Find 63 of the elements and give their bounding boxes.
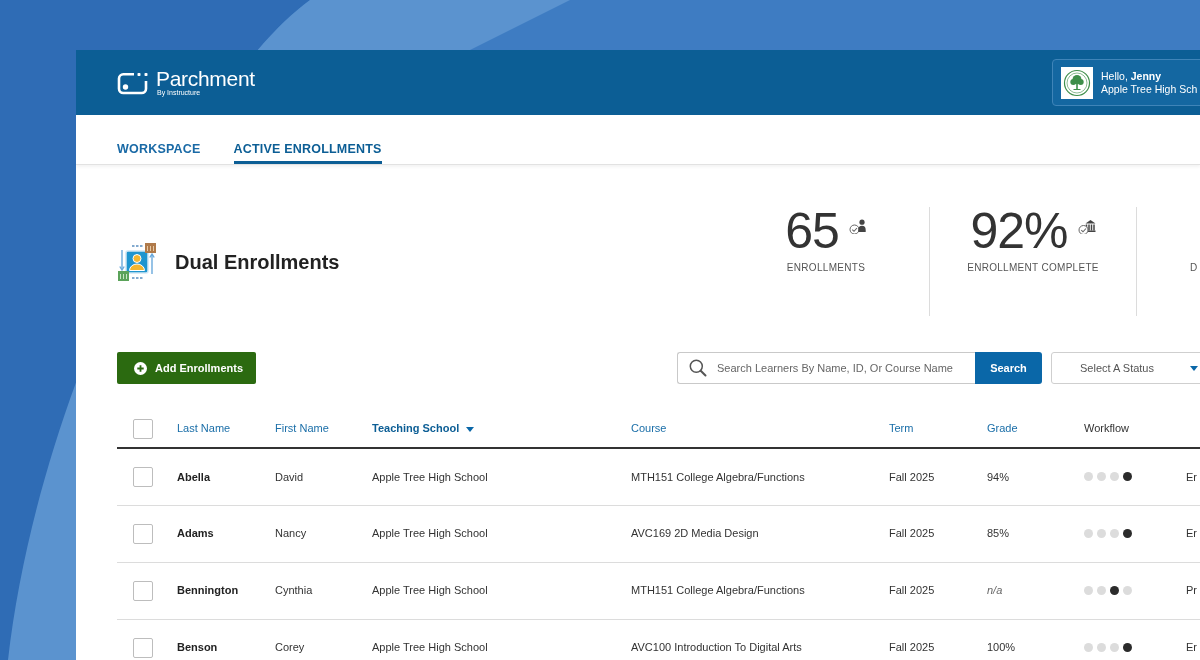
search-button[interactable]: Search bbox=[975, 352, 1042, 384]
table-cell-text: Pr bbox=[1186, 584, 1197, 597]
term-text: Fall 2025 bbox=[889, 470, 935, 483]
last-name-text: Benson bbox=[177, 641, 218, 654]
stat-value: 65 bbox=[785, 207, 839, 255]
table-cell-text: Er bbox=[1186, 527, 1197, 540]
first-name-text: Cynthia bbox=[275, 584, 313, 597]
course-name-text: AVC169 2D Media Design bbox=[631, 527, 759, 540]
grade-text: 94% bbox=[987, 470, 1010, 483]
school-name-text: Apple Tree High School bbox=[372, 641, 488, 654]
nav-tab[interactable]: ACTIVE ENROLLMENTS bbox=[233, 142, 382, 164]
term-text: Fall 2025 bbox=[889, 527, 935, 540]
grade-text: n/a bbox=[987, 584, 1003, 597]
page-title: Dual Enrollments bbox=[175, 249, 340, 274]
sort-caret-icon bbox=[466, 426, 475, 432]
column-header: Workflow bbox=[1084, 422, 1130, 435]
stat-label: D bbox=[1190, 262, 1198, 273]
brand-name: Parchment bbox=[156, 68, 255, 89]
course-name-text: AVC100 Introduction To Digital Arts bbox=[631, 641, 802, 654]
column-header[interactable]: Grade bbox=[987, 422, 1018, 435]
column-header[interactable]: Teaching School bbox=[372, 422, 475, 435]
user-check-icon bbox=[848, 219, 867, 234]
status-select[interactable]: Select A Status bbox=[1051, 352, 1200, 384]
plus-circle-icon bbox=[134, 361, 147, 375]
search-field[interactable]: Search Learners By Name, ID, Or Course Name bbox=[677, 352, 975, 384]
table-cell-text: Er bbox=[1186, 470, 1197, 483]
first-name-text: David bbox=[275, 470, 304, 483]
last-name-text: Adams bbox=[177, 527, 214, 540]
column-header[interactable]: First Name bbox=[275, 422, 329, 435]
last-name-text: Bennington bbox=[177, 584, 239, 597]
first-name-text: Nancy bbox=[275, 527, 307, 540]
table-cell-text: Er bbox=[1186, 641, 1197, 654]
course-name-text: MTH151 College Algebra/Functions bbox=[631, 584, 805, 597]
stat-value: 92% bbox=[970, 207, 1068, 255]
stat-label: ENROLLMENTS bbox=[786, 262, 866, 273]
term-text: Fall 2025 bbox=[889, 584, 935, 597]
row-checkbox[interactable] bbox=[133, 637, 153, 658]
term-text: Fall 2025 bbox=[889, 641, 935, 654]
search-icon bbox=[689, 359, 707, 377]
course-name-text: MTH151 College Algebra/Functions bbox=[631, 470, 805, 483]
user-menu[interactable]: Hello, Jenny Apple Tree High Sch bbox=[1052, 59, 1200, 106]
last-name-text: Abella bbox=[177, 470, 210, 483]
first-name-text: Corey bbox=[275, 641, 305, 654]
tree-logo-icon bbox=[1061, 66, 1093, 99]
school-name-text: Apple Tree High School bbox=[372, 470, 488, 483]
stat-label: ENROLLMENT COMPLETE bbox=[967, 262, 1099, 273]
column-header[interactable]: Last Name bbox=[177, 422, 231, 435]
row-checkbox[interactable] bbox=[133, 580, 153, 601]
column-header[interactable]: Course bbox=[631, 422, 667, 435]
nav-tab[interactable]: WORKSPACE bbox=[117, 142, 201, 164]
school-name-text: Apple Tree High School bbox=[372, 584, 488, 597]
row-checkbox[interactable] bbox=[133, 523, 153, 544]
school-name-text: Apple Tree High School bbox=[372, 527, 488, 540]
building-check-icon bbox=[1077, 219, 1096, 234]
column-header[interactable]: Term bbox=[889, 422, 914, 435]
row-checkbox[interactable] bbox=[133, 466, 153, 487]
grade-text: 100% bbox=[987, 641, 1016, 654]
logo-icon bbox=[117, 70, 148, 95]
add-enrollments-button[interactable]: Add Enrollments bbox=[117, 352, 256, 384]
person-card-icon bbox=[117, 241, 157, 282]
grade-text: 85% bbox=[987, 527, 1010, 540]
select-all-checkbox[interactable] bbox=[133, 418, 153, 439]
caret-icon bbox=[1190, 365, 1198, 371]
